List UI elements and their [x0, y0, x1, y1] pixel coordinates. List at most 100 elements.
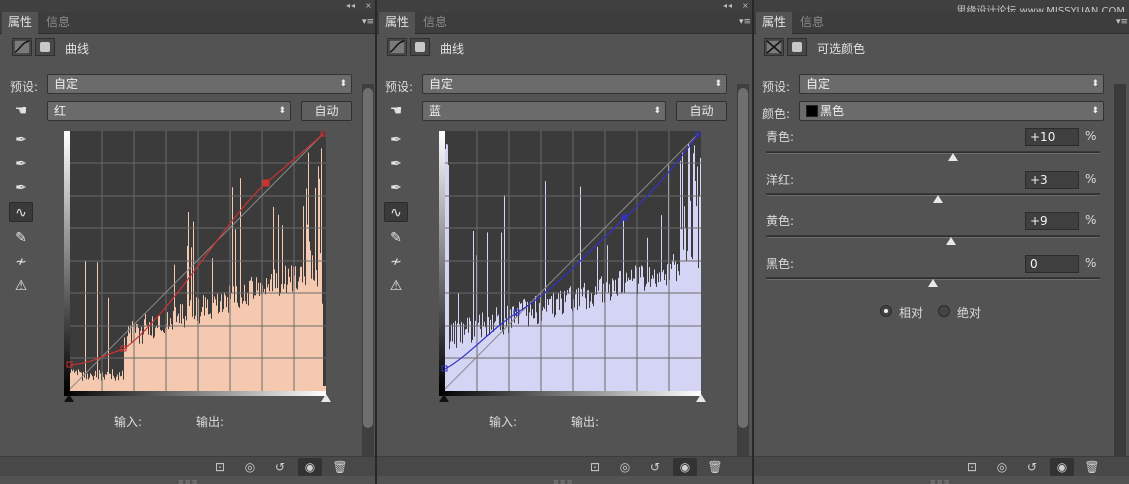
tab-info[interactable]: 信息: [40, 12, 76, 34]
cyan-slider-track[interactable]: [766, 151, 1100, 154]
visibility-eye-icon[interactable]: ◉: [673, 458, 697, 476]
panel-menu-icon[interactable]: ▾≡: [1116, 17, 1128, 27]
resize-grip-icon[interactable]: ≡≡≡: [553, 478, 574, 484]
magenta-slider-thumb[interactable]: [933, 195, 943, 203]
eyedropper-white-icon[interactable]: ✒: [384, 178, 408, 198]
histogram-bar: [664, 280, 665, 391]
curves-graph-svg[interactable]: [64, 131, 326, 391]
collapse-icon[interactable]: ◂◂: [346, 1, 356, 10]
mask-icon[interactable]: [410, 38, 430, 56]
curves-graph[interactable]: [439, 131, 701, 391]
trash-icon[interactable]: 🗑: [1080, 458, 1104, 476]
view-previous-icon[interactable]: ◎: [990, 458, 1014, 476]
hand-target-icon[interactable]: ☚: [384, 101, 408, 121]
preset-select[interactable]: 自定 ⬍: [47, 74, 352, 94]
auto-button[interactable]: 自动: [676, 101, 727, 121]
curve-point-tool-icon[interactable]: ∿: [9, 202, 33, 222]
tab-properties[interactable]: 属性: [379, 12, 416, 34]
resize-grip-icon[interactable]: ≡≡≡: [178, 478, 199, 484]
eyedropper-black-icon[interactable]: ✒: [9, 130, 33, 150]
pencil-tool-icon[interactable]: ✎: [384, 228, 408, 248]
channel-select[interactable]: 红 ⬍: [47, 101, 291, 121]
histogram-bar: [676, 281, 677, 391]
histogram-bar: [551, 296, 552, 391]
curve-point[interactable]: [621, 214, 628, 221]
yellow-slider-track[interactable]: [766, 235, 1100, 238]
eyedropper-white-icon[interactable]: ✒: [9, 178, 33, 198]
magenta-input[interactable]: +3: [1025, 171, 1079, 189]
scrollbar[interactable]: [1114, 84, 1126, 456]
histogram-bar: [155, 327, 156, 391]
yellow-input[interactable]: +9: [1025, 212, 1079, 230]
resize-grip-icon[interactable]: ≡≡≡: [930, 478, 951, 484]
visibility-eye-icon[interactable]: ◉: [1050, 458, 1074, 476]
panel-menu-icon[interactable]: ▾≡: [739, 17, 751, 27]
panel-menu-icon[interactable]: ▾≡: [362, 17, 374, 27]
histogram-bar: [167, 312, 168, 391]
select-arrow-icon: ⬍: [278, 106, 286, 116]
collapse-icon[interactable]: ◂◂: [723, 1, 733, 10]
reset-icon[interactable]: ↺: [643, 458, 667, 476]
tab-info[interactable]: 信息: [417, 12, 453, 34]
pencil-tool-icon[interactable]: ✎: [9, 228, 33, 248]
channel-select[interactable]: 蓝 ⬍: [422, 101, 666, 121]
eyedropper-black-icon[interactable]: ✒: [384, 130, 408, 150]
relative-label[interactable]: 相对: [899, 304, 923, 321]
relative-radio[interactable]: [880, 305, 892, 317]
clip-to-layer-icon[interactable]: ⊡: [208, 458, 232, 476]
black-point-slider[interactable]: [64, 394, 74, 402]
absolute-radio[interactable]: [938, 305, 950, 317]
reset-icon[interactable]: ↺: [268, 458, 292, 476]
trash-icon[interactable]: 🗑: [703, 458, 727, 476]
black-point-slider[interactable]: [439, 394, 449, 402]
panel-top-strip: [0, 0, 375, 12]
reset-icon[interactable]: ↺: [1020, 458, 1044, 476]
eyedropper-gray-icon[interactable]: ✒: [384, 154, 408, 174]
close-icon[interactable]: ×: [742, 1, 750, 10]
black-input[interactable]: 0: [1025, 255, 1079, 273]
curves-graph[interactable]: [64, 131, 326, 391]
view-previous-icon[interactable]: ◎: [613, 458, 637, 476]
tab-info[interactable]: 信息: [794, 12, 830, 34]
cyan-input[interactable]: +10: [1025, 128, 1079, 146]
scrollbar[interactable]: [737, 84, 749, 456]
black-swatch: [806, 105, 818, 117]
close-icon[interactable]: ×: [365, 1, 373, 10]
histogram-bar: [586, 309, 587, 391]
black-slider-thumb[interactable]: [928, 279, 938, 287]
white-point-slider[interactable]: [321, 394, 331, 402]
smooth-curve-icon[interactable]: ≁: [9, 252, 33, 272]
histogram-bar: [120, 376, 121, 391]
histogram-bar: [546, 311, 547, 391]
curve-point-tool-icon[interactable]: ∿: [384, 202, 408, 222]
curves-graph-svg[interactable]: [439, 131, 701, 391]
mask-icon[interactable]: [35, 38, 55, 56]
tab-properties[interactable]: 属性: [2, 12, 39, 34]
cyan-slider-thumb[interactable]: [948, 153, 959, 161]
hand-target-icon[interactable]: ☚: [9, 101, 33, 121]
color-select[interactable]: 黑色 ⬍: [799, 101, 1104, 121]
scrollbar-thumb[interactable]: [738, 88, 748, 428]
preset-select[interactable]: 自定 ⬍: [799, 74, 1104, 94]
smooth-curve-icon[interactable]: ≁: [384, 252, 408, 272]
scrollbar[interactable]: [362, 84, 374, 456]
yellow-slider-thumb[interactable]: [946, 237, 957, 245]
eyedropper-gray-icon[interactable]: ✒: [9, 154, 33, 174]
absolute-label[interactable]: 绝对: [957, 304, 981, 321]
clip-to-layer-icon[interactable]: ⊡: [960, 458, 984, 476]
auto-button[interactable]: 自动: [301, 101, 352, 121]
histogram-bar: [152, 316, 153, 391]
visibility-eye-icon[interactable]: ◉: [298, 458, 322, 476]
curve-point[interactable]: [262, 179, 270, 187]
histogram-bar: [694, 145, 695, 391]
trash-icon[interactable]: 🗑: [328, 458, 352, 476]
mask-icon[interactable]: [787, 38, 807, 56]
white-point-slider[interactable]: [696, 394, 706, 402]
tab-properties[interactable]: 属性: [756, 12, 793, 34]
preset-select[interactable]: 自定 ⬍: [422, 74, 727, 94]
scrollbar-thumb[interactable]: [363, 88, 373, 428]
view-previous-icon[interactable]: ◎: [238, 458, 262, 476]
clipping-warning-icon[interactable]: ⚠: [384, 276, 408, 296]
clipping-warning-icon[interactable]: ⚠: [9, 276, 33, 296]
clip-to-layer-icon[interactable]: ⊡: [583, 458, 607, 476]
